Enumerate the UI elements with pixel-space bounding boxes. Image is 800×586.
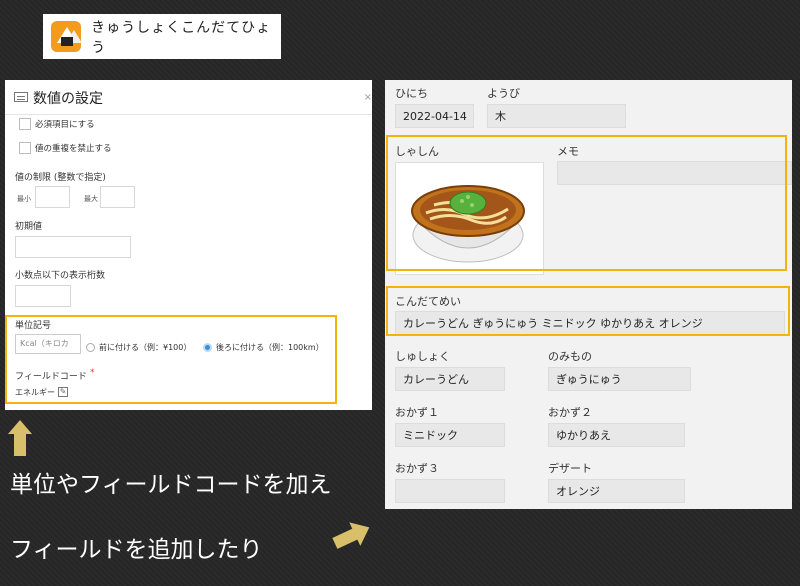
dessert-value: オレンジ [548, 479, 685, 503]
dialog-header: 数値の設定 × [5, 80, 372, 115]
side2-value: ゆかりあえ [548, 423, 685, 447]
decimal-label: 小数点以下の表示桁数 [15, 271, 106, 281]
dialog-title: 数値の設定 [33, 91, 103, 107]
default-input[interactable] [15, 236, 131, 258]
weekday-label: ようび [487, 87, 520, 100]
min-input[interactable] [35, 186, 70, 208]
weekday-value: 木 [487, 104, 626, 128]
date-label: ひにち [395, 87, 428, 100]
close-icon[interactable]: × [364, 92, 372, 103]
onigiri-icon [51, 21, 82, 52]
staple-value: カレーうどん [395, 367, 505, 391]
right-arrow-icon [329, 513, 378, 557]
dessert-label: デザート [548, 462, 592, 475]
number-field-icon [14, 92, 28, 102]
staple-label: しゅしょく [395, 350, 450, 363]
side3-value [395, 479, 505, 503]
app-title-chip: きゅうしょくこんだてひょう [43, 14, 281, 59]
max-input[interactable] [100, 186, 135, 208]
side3-label: おかず３ [395, 462, 439, 475]
up-arrow-icon [8, 420, 32, 456]
drink-label: のみもの [548, 350, 592, 363]
unique-label: 値の重複を禁止する [35, 144, 112, 154]
default-label: 初期値 [15, 222, 43, 232]
required-checkbox[interactable] [19, 118, 31, 130]
side1-label: おかず１ [395, 406, 439, 419]
side2-label: おかず２ [548, 406, 592, 419]
caption-line2: フィールドを追加したり [10, 537, 263, 563]
required-label: 必須項目にする [35, 120, 95, 130]
highlight-photo-memo [386, 135, 787, 271]
unique-checkbox[interactable] [19, 142, 31, 154]
caption-line1: 単位やフィールドコードを加え [10, 472, 332, 498]
highlight-menu-name [386, 286, 790, 336]
date-value: 2022-04-14 [395, 104, 474, 128]
drink-value: ぎゅうにゅう [548, 367, 691, 391]
app-title: きゅうしょくこんだてひょう [91, 19, 272, 56]
max-label: 最大 [84, 195, 98, 203]
side1-value: ミニドック [395, 423, 505, 447]
highlight-unit-fieldcode [5, 315, 337, 404]
limit-label: 値の制限 (整数で指定) [15, 173, 106, 183]
decimal-input[interactable] [15, 285, 71, 307]
min-label: 最小 [17, 195, 31, 203]
